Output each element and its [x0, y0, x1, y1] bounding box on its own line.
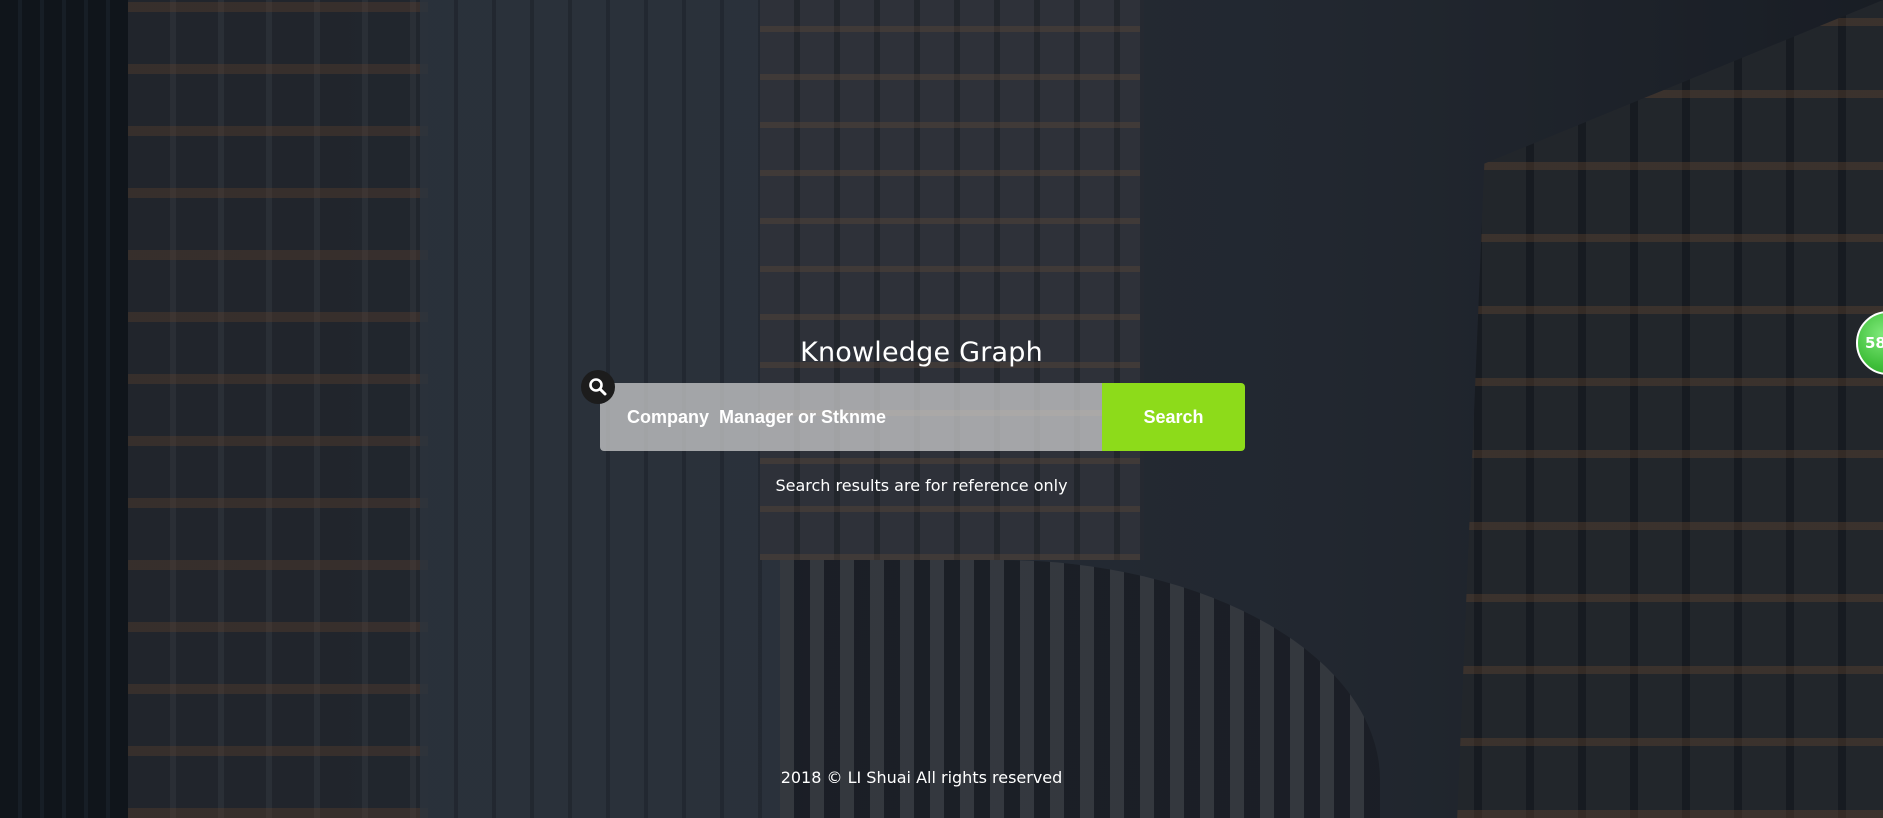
search-button[interactable]: Search: [1102, 383, 1245, 451]
page-title: Knowledge Graph: [800, 337, 1043, 368]
footer-copyright: 2018 © LI Shuai All rights reserved: [780, 768, 1063, 787]
search-input[interactable]: [600, 383, 1102, 451]
search-icon: [581, 370, 615, 404]
badge-count: 58: [1865, 334, 1883, 352]
search-bar: Search: [600, 383, 1245, 451]
search-disclaimer: Search results are for reference only: [775, 476, 1068, 495]
